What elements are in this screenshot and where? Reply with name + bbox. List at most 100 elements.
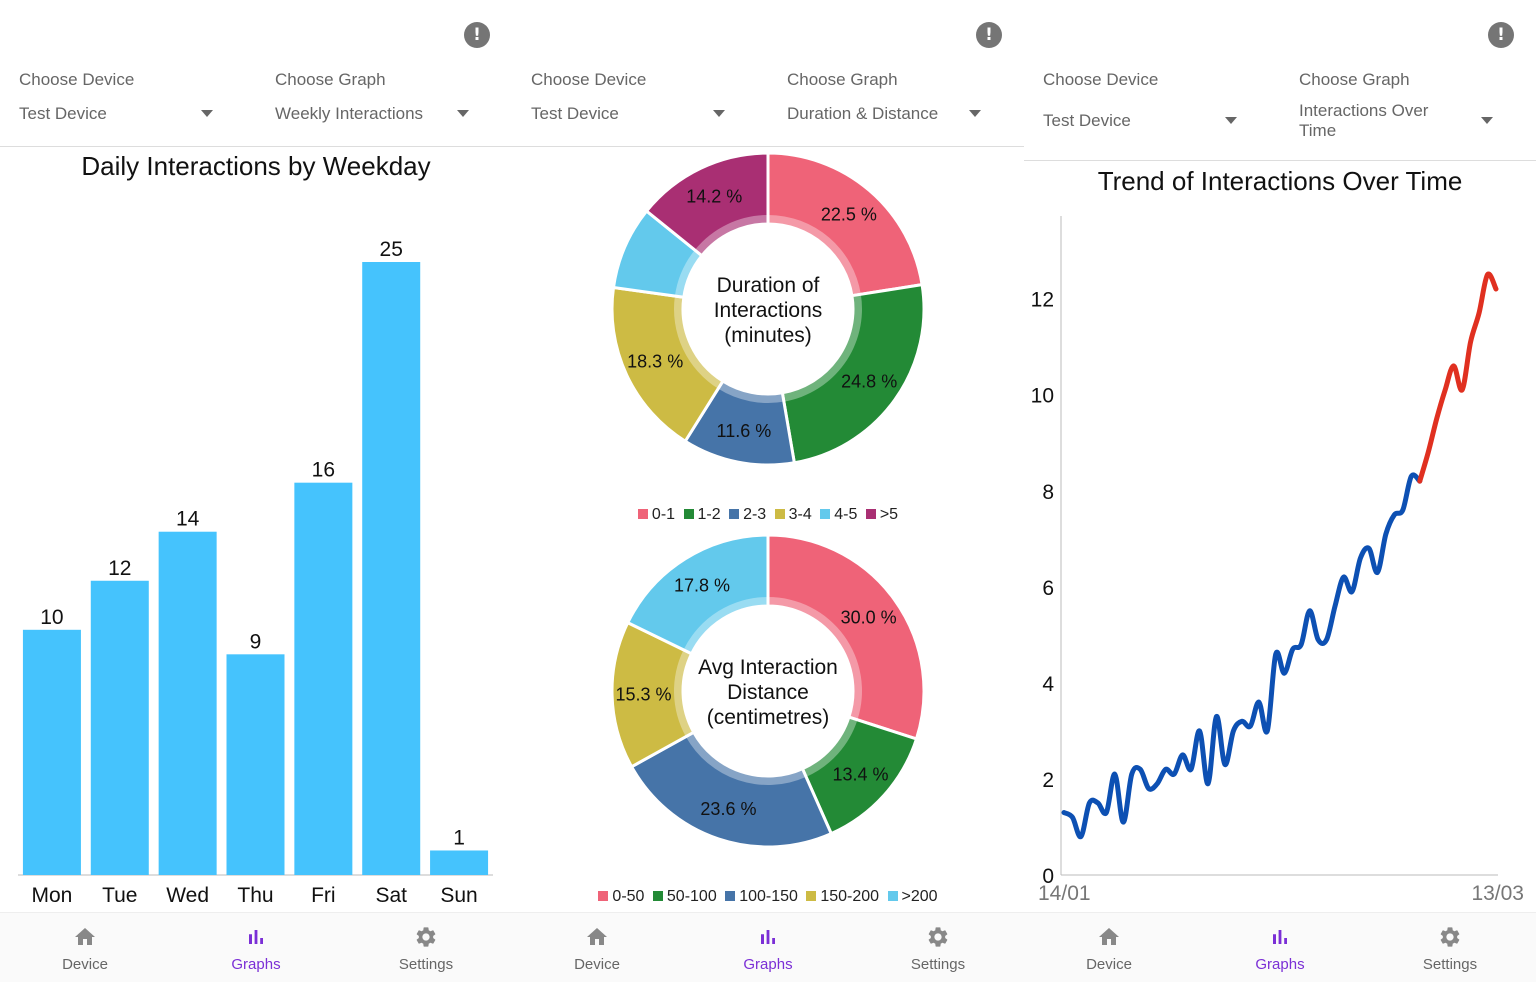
nav-device-label: Device [62, 956, 108, 973]
legend-item: 50-100 [652, 888, 717, 906]
x-tick-label: 13/03 [1471, 882, 1524, 905]
bar-chart: 10 Mon 12 Tue 14 Wed 9 Thu 16 Fri 25 Sat 1 Sun [18, 238, 493, 907]
donut-center-label: Interactions [714, 299, 823, 322]
alert-icon[interactable]: ! [976, 22, 1002, 48]
nav-settings[interactable]: Settings [853, 913, 1023, 982]
y-tick-label: 12 [1031, 289, 1054, 312]
device-select-value[interactable]: Test Device [531, 104, 619, 124]
series-line [1061, 472, 1423, 840]
legend-item: 100-150 [725, 888, 798, 906]
bar [158, 531, 217, 875]
bar-value-label: 12 [108, 557, 131, 580]
x-tick-label: 14/01 [1038, 882, 1091, 905]
distance-donut-chart: 30.0 % 13.4 % 23.6 % 15.3 % 17.8 % Avg Intera… [610, 533, 926, 849]
nav-device-label: Device [574, 956, 620, 973]
bar-value-label: 14 [176, 508, 200, 531]
bar [22, 629, 81, 875]
nav-settings-label: Settings [910, 956, 966, 973]
y-tick-label: 10 [1031, 385, 1054, 408]
nav-device-label: Device [1086, 956, 1132, 973]
nav-graphs[interactable]: Graphs [1195, 913, 1365, 982]
nav-device[interactable]: Device [1024, 913, 1194, 982]
chart-title: Trend of Interactions Over Time [1097, 166, 1463, 196]
nav-device[interactable]: Device [512, 913, 682, 982]
home-icon [1099, 928, 1119, 945]
graph-select-label: Choose Graph [275, 70, 386, 89]
nav-graphs-label: Graphs [231, 956, 281, 973]
gear-icon [416, 927, 436, 947]
bottom-nav: Device Graphs Settings [1024, 912, 1536, 982]
distance-legend: 0-50 50-100 100-150 150-200 >200 [512, 888, 1024, 906]
gear-icon [1440, 927, 1460, 947]
slice-value-label: 17.8 % [674, 575, 730, 595]
bar-chart-icon [249, 930, 263, 944]
y-tick-label: 2 [1042, 769, 1054, 792]
slice-value-label: 22.5 % [821, 204, 877, 224]
bar-chart-icon [1273, 930, 1287, 944]
graph-select-label: Choose Graph [787, 70, 898, 89]
chevron-down-icon[interactable] [969, 110, 981, 117]
legend-item: 1-2 [683, 506, 721, 524]
line-chart: 02468101214/01 13/03 [1031, 216, 1524, 905]
bar [430, 850, 489, 875]
donut-center-label: (minutes) [724, 324, 812, 347]
alert-icon[interactable]: ! [1488, 22, 1514, 48]
slice-value-label: 15.3 % [616, 684, 672, 704]
bar-value-label: 16 [312, 459, 335, 482]
legend-item: >5 [865, 506, 898, 524]
nav-graphs[interactable]: Graphs [683, 913, 853, 982]
nav-settings[interactable]: Settings [341, 913, 511, 982]
device-select-label: Choose Device [531, 70, 647, 89]
device-select-label: Choose Device [19, 70, 135, 89]
graph-select-label: Choose Graph [1299, 70, 1410, 89]
chevron-down-icon[interactable] [713, 110, 725, 117]
slice-value-label: 23.6 % [700, 799, 756, 819]
x-tick-label: Mon [31, 884, 72, 907]
duration-distance-panel: ! Choose Device Test Device Choose Graph… [512, 0, 1024, 982]
slice-value-label: 14.2 % [686, 187, 742, 207]
divider [1024, 160, 1536, 161]
slice-value-label: 18.3 % [627, 352, 683, 372]
nav-settings-label: Settings [1422, 956, 1478, 973]
graph-select-value[interactable]: Duration & Distance [787, 104, 938, 124]
slice-value-label: 13.4 % [833, 764, 889, 784]
graph-select-value[interactable]: Weekly Interactions [275, 104, 423, 124]
chevron-down-icon[interactable] [201, 110, 213, 117]
device-select-value[interactable]: Test Device [19, 104, 107, 124]
nav-graphs-label: Graphs [1255, 956, 1305, 973]
chevron-down-icon[interactable] [1481, 117, 1493, 124]
x-tick-label: Fri [311, 884, 336, 907]
bar [90, 580, 149, 875]
duration-donut-chart: 22.5 % 24.8 % 11.6 % 18.3 % 14.2 % Duration o… [610, 151, 926, 467]
graph-select-value-line2[interactable]: Time [1299, 121, 1336, 141]
divider [0, 146, 512, 147]
device-select-value[interactable]: Test Device [1043, 111, 1131, 131]
chevron-down-icon[interactable] [457, 110, 469, 117]
alert-icon[interactable]: ! [464, 22, 490, 48]
device-select-label: Choose Device [1043, 70, 1159, 89]
donut-center-label: (centimetres) [707, 706, 830, 729]
x-tick-label: Thu [237, 884, 273, 907]
x-tick-label: Wed [166, 884, 209, 907]
slice-value-label: 30.0 % [841, 608, 897, 628]
legend-item: >200 [887, 888, 938, 906]
x-tick-label: Sat [375, 884, 407, 907]
legend-item: 3-4 [774, 506, 812, 524]
donut-center-label: Avg Interaction [698, 656, 838, 679]
bar-value-label: 10 [40, 606, 63, 629]
nav-device[interactable]: Device [0, 913, 170, 982]
chart-title: Daily Interactions by Weekday [81, 151, 431, 181]
y-tick-label: 6 [1042, 577, 1054, 600]
nav-settings[interactable]: Settings [1365, 913, 1535, 982]
divider [512, 146, 1024, 147]
x-tick-label: Sun [440, 884, 477, 907]
chevron-down-icon[interactable] [1225, 117, 1237, 124]
bottom-nav: Device Graphs Settings [0, 912, 512, 982]
graph-select-value-line1[interactable]: Interactions Over [1299, 101, 1428, 121]
nav-graphs-label: Graphs [743, 956, 793, 973]
nav-graphs[interactable]: Graphs [171, 913, 341, 982]
legend-item: 4-5 [820, 506, 857, 524]
slice-value-label: 11.6 % [717, 421, 772, 441]
y-tick-label: 8 [1042, 481, 1054, 504]
donut-center-label: Distance [727, 681, 809, 704]
